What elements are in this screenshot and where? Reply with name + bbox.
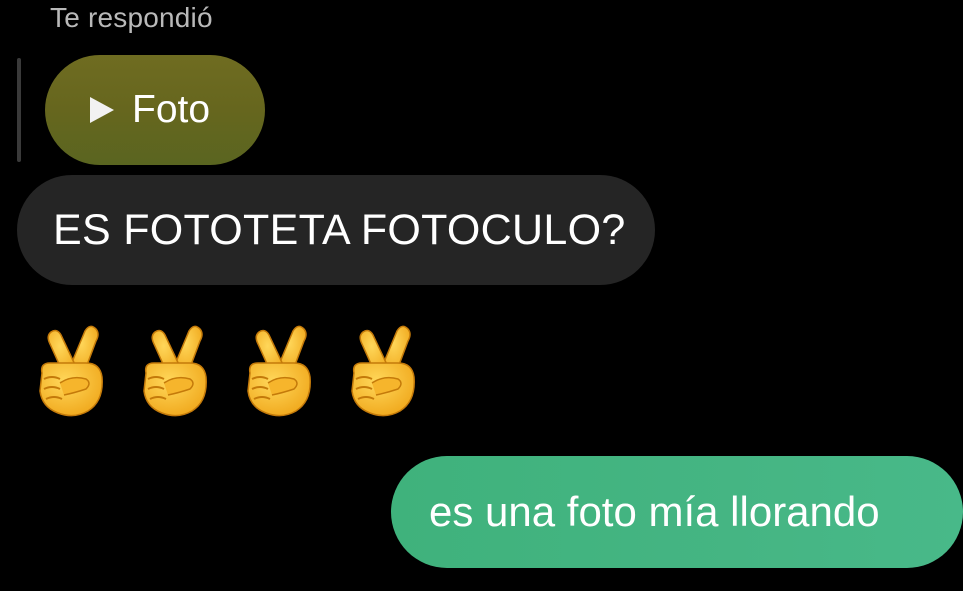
sent-message-bubble[interactable]: es una foto mía llorando	[391, 456, 963, 568]
crossed-fingers-icon	[39, 325, 103, 417]
sent-message-text: es una foto mía llorando	[429, 488, 880, 535]
crossed-fingers-icon	[351, 325, 415, 417]
crossed-fingers-icon	[143, 325, 207, 417]
emoji-message[interactable]	[30, 323, 446, 419]
reply-bar	[17, 58, 21, 162]
reply-label: Te respondió	[50, 2, 213, 33]
quoted-message-bubble[interactable]: Foto	[45, 55, 265, 165]
quoted-message-text: Foto	[132, 88, 211, 131]
play-icon	[90, 97, 114, 123]
crossed-fingers-icon	[247, 325, 311, 417]
received-message-text: ES FOTOTETA FOTOCULO?	[53, 205, 626, 254]
received-message-bubble[interactable]: ES FOTOTETA FOTOCULO?	[17, 175, 655, 285]
